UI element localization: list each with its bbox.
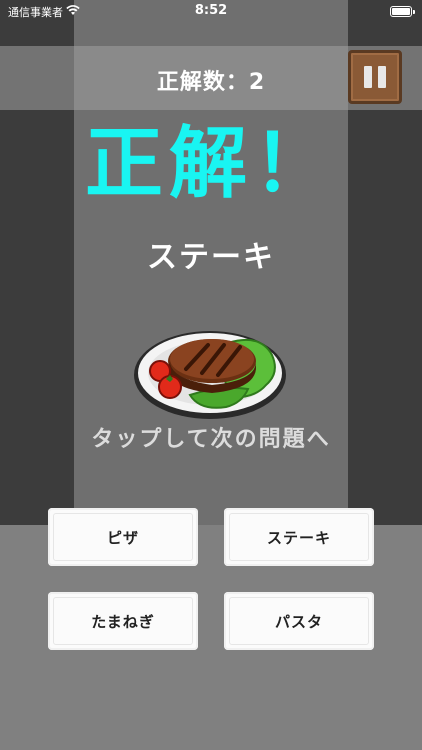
tap-next-hint[interactable]: タップして次の問題へ (0, 421, 422, 453)
status-bar: 通信事業者 8:52 (0, 0, 422, 24)
choice-button-steak[interactable]: ステーキ (224, 508, 374, 566)
pause-icon (364, 66, 386, 88)
pause-button[interactable] (348, 50, 402, 104)
choice-button-onion[interactable]: たまねぎ (48, 592, 198, 650)
answer-name: ステーキ (147, 240, 275, 275)
choice-label: パスタ (274, 612, 323, 631)
choice-label: たまねぎ (91, 612, 155, 631)
choice-label: ステーキ (266, 528, 331, 547)
choice-button-pasta[interactable]: パスタ (224, 592, 374, 650)
choice-button-pizza[interactable]: ピザ (48, 508, 198, 566)
status-time: 8:52 (194, 3, 228, 18)
steak-image[interactable] (130, 315, 290, 425)
battery-icon (390, 6, 415, 17)
choice-label: ピザ (106, 528, 139, 547)
correct-headline: 正解！ (84, 119, 337, 209)
